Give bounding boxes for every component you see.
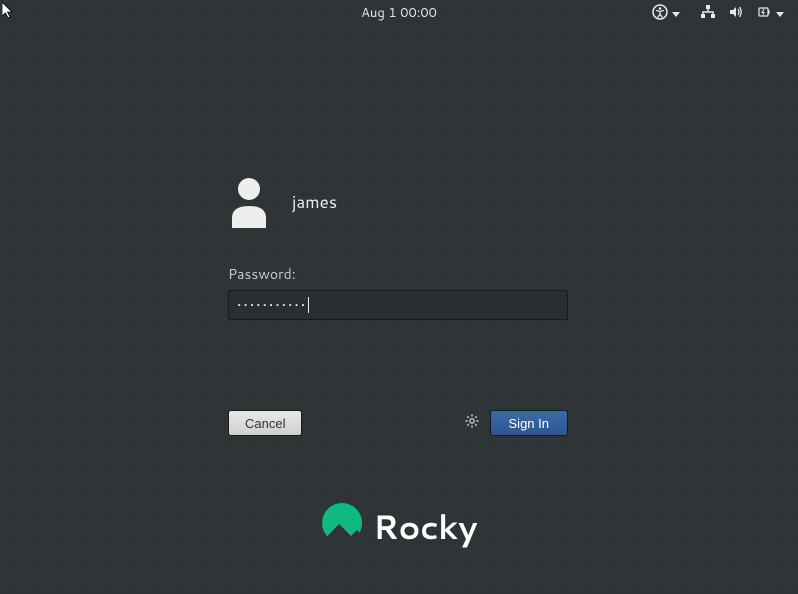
network-icon <box>700 4 716 25</box>
chevron-down-icon <box>776 12 784 17</box>
password-input[interactable]: ••••••••••• <box>228 290 568 320</box>
accessibility-icon <box>652 4 668 25</box>
gear-icon <box>464 412 480 435</box>
login-form: james Password: ••••••••••• <box>228 176 568 320</box>
distro-logo: Rocky <box>321 502 477 550</box>
battery-icon <box>756 4 772 25</box>
user-avatar-icon <box>228 176 268 228</box>
clock[interactable]: Aug 1 00:00 <box>361 4 437 22</box>
mouse-cursor <box>2 2 16 26</box>
power-menu[interactable] <box>752 2 788 27</box>
cancel-button[interactable]: Cancel <box>228 410 302 436</box>
password-masked-value: ••••••••••• <box>237 295 307 315</box>
button-row: Cancel Sign In <box>228 410 568 436</box>
session-options-button[interactable] <box>464 412 480 435</box>
volume-indicator[interactable] <box>724 2 748 27</box>
signin-button[interactable]: Sign In <box>490 410 568 436</box>
distro-name: Rocky <box>373 503 477 550</box>
network-indicator[interactable] <box>696 2 720 27</box>
username-label: james <box>292 190 337 214</box>
accessibility-menu[interactable] <box>648 2 684 27</box>
text-caret <box>308 297 309 313</box>
top-panel: Aug 1 00:00 <box>0 0 798 28</box>
password-label: Password: <box>228 264 568 284</box>
rocky-logo-icon <box>321 502 363 550</box>
volume-icon <box>728 4 744 25</box>
chevron-down-icon <box>672 12 680 17</box>
user-row: james <box>228 176 568 228</box>
